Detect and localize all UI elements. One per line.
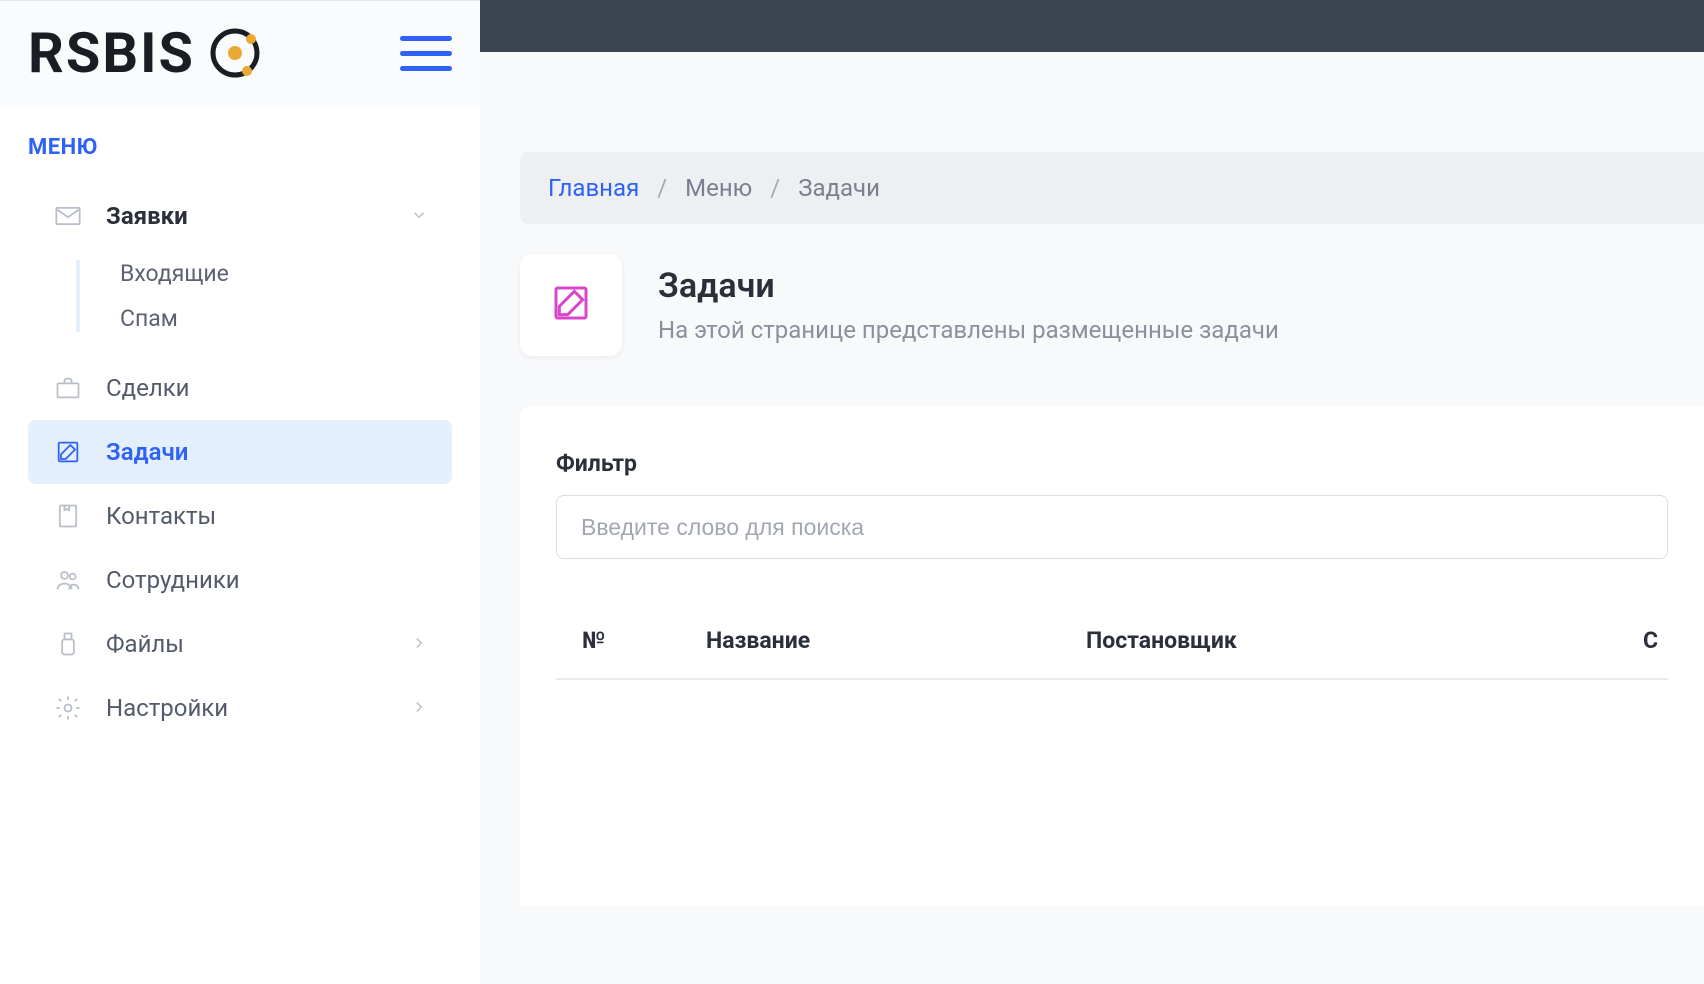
- mail-icon: [52, 200, 84, 232]
- briefcase-icon: [52, 372, 84, 404]
- sidebar-item-contacts[interactable]: Контакты: [28, 484, 452, 548]
- sidebar-item-label: Сделки: [106, 374, 428, 402]
- breadcrumb-current: Задачи: [798, 174, 880, 202]
- sidebar-item-label: Сотрудники: [106, 566, 428, 594]
- breadcrumb-home[interactable]: Главная: [548, 174, 639, 202]
- sidebar-item-label: Задачи: [106, 438, 428, 466]
- sidebar-item-label: Контакты: [106, 502, 428, 530]
- logo-icon: [207, 25, 263, 81]
- page-header-text: Задачи На этой странице представлены раз…: [658, 266, 1279, 344]
- gear-icon: [52, 692, 84, 724]
- edit-icon: [52, 436, 84, 468]
- menu-section-title: МЕНЮ: [0, 105, 480, 184]
- menu-toggle-button[interactable]: [400, 36, 452, 71]
- table-header: № Название Постановщик С: [556, 603, 1668, 680]
- filter-panel: Фильтр № Название Постановщик С: [520, 406, 1704, 906]
- breadcrumb: Главная / Меню / Задачи: [520, 152, 1704, 224]
- chevron-right-icon: [410, 630, 428, 658]
- sidebar-item-deals[interactable]: Сделки: [28, 356, 452, 420]
- usb-icon: [52, 628, 84, 660]
- content: Главная / Меню / Задачи Задачи На этой с…: [480, 52, 1704, 906]
- sidebar-item-label: Файлы: [106, 630, 388, 658]
- sidebar: RSBIS МЕНЮ Заявки: [0, 0, 480, 984]
- logo-text: RSBIS: [28, 20, 195, 86]
- sidebar-item-requests[interactable]: Заявки: [28, 184, 452, 248]
- breadcrumb-menu[interactable]: Меню: [685, 174, 752, 202]
- sidebar-item-tasks[interactable]: Задачи: [28, 420, 452, 484]
- sidebar-sub-spam[interactable]: Спам: [120, 305, 452, 332]
- main: Главная / Меню / Задачи Задачи На этой с…: [480, 0, 1704, 984]
- sidebar-sub-inbox[interactable]: Входящие: [120, 260, 452, 287]
- table-col-owner[interactable]: Постановщик: [1086, 627, 1516, 654]
- chevron-right-icon: [410, 694, 428, 722]
- sidebar-item-files[interactable]: Файлы: [28, 612, 452, 676]
- breadcrumb-separator: /: [657, 174, 667, 202]
- sidebar-item-settings[interactable]: Настройки: [28, 676, 452, 740]
- chevron-down-icon: [410, 202, 428, 230]
- book-icon: [52, 500, 84, 532]
- search-input[interactable]: [556, 495, 1668, 559]
- page-subtitle: На этой странице представлены размещенны…: [658, 316, 1279, 344]
- table-col-extra[interactable]: С: [1516, 627, 1668, 654]
- topbar: [480, 0, 1704, 52]
- sidebar-item-employees[interactable]: Сотрудники: [28, 548, 452, 612]
- users-icon: [52, 564, 84, 596]
- table-col-name[interactable]: Название: [706, 627, 1086, 654]
- sidebar-sub-requests: Входящие Спам: [76, 260, 452, 332]
- table-col-number[interactable]: №: [556, 627, 706, 654]
- edit-icon: [551, 283, 591, 327]
- filter-label: Фильтр: [556, 450, 1668, 477]
- page-header: Задачи На этой странице представлены раз…: [520, 224, 1704, 406]
- nav: Заявки Входящие Спам Сделки Задачи: [0, 184, 480, 740]
- sidebar-item-label: Заявки: [106, 202, 388, 230]
- sidebar-item-label: Настройки: [106, 694, 388, 722]
- sidebar-header: RSBIS: [0, 1, 480, 105]
- page-title: Задачи: [658, 266, 1279, 306]
- logo[interactable]: RSBIS: [28, 20, 263, 86]
- breadcrumb-separator: /: [770, 174, 780, 202]
- page-icon-card: [520, 254, 622, 356]
